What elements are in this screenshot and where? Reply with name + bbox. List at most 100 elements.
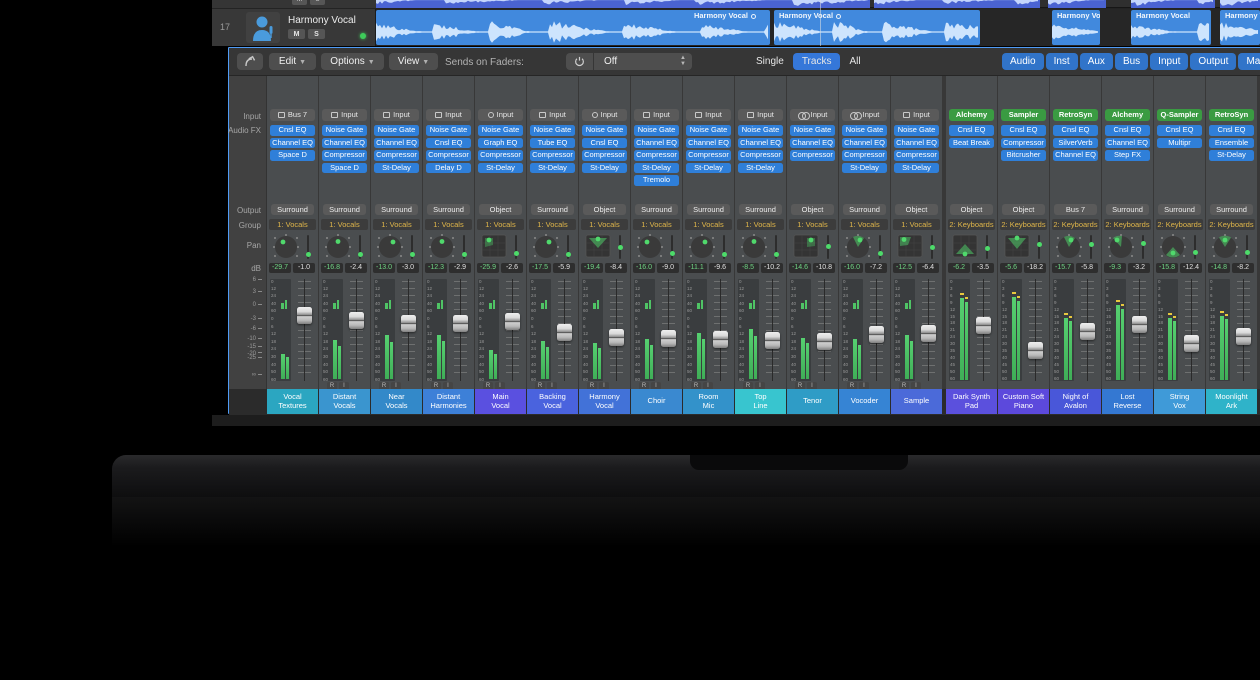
fx-plugin-compressor[interactable]: Compressor: [530, 150, 575, 161]
pan-elevation-slider[interactable]: [1142, 235, 1144, 259]
input-slot[interactable]: Input: [894, 109, 939, 121]
group-slot[interactable]: 1: Vocals: [529, 219, 576, 230]
pan-elevation-slider[interactable]: [879, 235, 881, 259]
audio-region[interactable]: Harmony Vocal: [1052, 10, 1100, 45]
fx-plugin-st-delay[interactable]: St-Delay: [894, 163, 939, 174]
volume-value[interactable]: -8.2: [1232, 263, 1254, 273]
volume-value[interactable]: -3.5: [972, 263, 994, 273]
group-slot[interactable]: 1: Vocals: [373, 219, 420, 230]
surround-pan-knob[interactable]: [1154, 233, 1205, 261]
volume-fader[interactable]: [400, 279, 418, 381]
volume-value[interactable]: -10.2: [761, 263, 783, 273]
surround-pan-knob[interactable]: [527, 233, 578, 261]
fader-cap[interactable]: [661, 330, 676, 347]
fx-plugin-compressor[interactable]: Compressor: [790, 150, 835, 161]
segment-all[interactable]: All: [840, 53, 869, 70]
pan-elevation-slider[interactable]: [619, 235, 621, 259]
fx-plugin-cnsl-eq[interactable]: Cnsl EQ: [1209, 125, 1254, 136]
pan-elevation-slider[interactable]: [1090, 235, 1092, 259]
track-tab-1[interactable]: Vocal Textures: [267, 389, 318, 414]
fx-plugin-noise-gate[interactable]: Noise Gate: [686, 125, 731, 136]
track-tab-14[interactable]: Dark Synth Pad: [946, 389, 997, 414]
pan-elevation-slider[interactable]: [411, 235, 413, 259]
input-slot[interactable]: Input: [374, 109, 419, 121]
surround-pan-knob[interactable]: [1050, 233, 1101, 261]
upper-audio-region[interactable]: [1131, 0, 1215, 8]
fx-plugin-compressor[interactable]: Compressor: [582, 150, 627, 161]
fx-plugin-tremolo[interactable]: Tremolo: [634, 175, 679, 186]
output-slot[interactable]: Surround: [687, 204, 730, 215]
surround-pan-knob[interactable]: [683, 233, 734, 261]
fx-plugin-channel-eq[interactable]: Channel EQ: [322, 138, 367, 149]
instrument-slot[interactable]: RetroSyn: [1209, 109, 1254, 121]
input-slot[interactable]: Input: [426, 109, 471, 121]
fx-plugin-compressor[interactable]: Compressor: [686, 150, 731, 161]
volume-fader[interactable]: [348, 279, 366, 381]
up-arrow-button[interactable]: [237, 53, 263, 70]
volume-value[interactable]: -18.2: [1024, 263, 1046, 273]
volume-value[interactable]: -2.6: [501, 263, 523, 273]
surround-pan-knob[interactable]: [631, 233, 682, 261]
fader-cap[interactable]: [1184, 335, 1199, 352]
volume-fader[interactable]: [1079, 279, 1097, 381]
fx-plugin-cnsl-eq[interactable]: Cnsl EQ: [582, 138, 627, 149]
input-slot[interactable]: Input: [686, 109, 731, 121]
fader-cap[interactable]: [1028, 342, 1043, 359]
track-tab-6[interactable]: Backing Vocal: [527, 389, 578, 414]
fx-plugin-tube-eq[interactable]: Tube EQ: [530, 138, 575, 149]
output-slot[interactable]: Surround: [375, 204, 418, 215]
instrument-slot[interactable]: RetroSyn: [1053, 109, 1098, 121]
fx-plugin-compressor[interactable]: Compressor: [634, 150, 679, 161]
fader-cap[interactable]: [765, 332, 780, 349]
track-tab-4[interactable]: Distant Harmonies: [423, 389, 474, 414]
volume-fader[interactable]: [764, 279, 782, 381]
group-slot[interactable]: 2: Keyboards: [948, 219, 995, 230]
volume-value[interactable]: -9.6: [709, 263, 731, 273]
pan-elevation-slider[interactable]: [567, 235, 569, 259]
fader-cap[interactable]: [976, 317, 991, 334]
output-slot[interactable]: Surround: [323, 204, 366, 215]
fx-plugin-channel-eq[interactable]: Channel EQ: [634, 138, 679, 149]
fx-plugin-compressor[interactable]: Compressor: [842, 150, 887, 161]
volume-value[interactable]: -2.4: [345, 263, 367, 273]
fx-plugin-noise-gate[interactable]: Noise Gate: [634, 125, 679, 136]
fx-plugin-compressor[interactable]: Compressor: [374, 150, 419, 161]
surround-pan-knob[interactable]: [423, 233, 474, 261]
fx-plugin-cnsl-eq[interactable]: Cnsl EQ: [949, 125, 994, 136]
fx-plugin-delay-d[interactable]: Delay D: [426, 163, 471, 174]
surround-pan-knob[interactable]: [839, 233, 890, 261]
group-slot[interactable]: 1: Vocals: [633, 219, 680, 230]
options-menu[interactable]: Options▼: [321, 53, 384, 70]
input-slot[interactable]: Input: [582, 109, 627, 121]
fx-plugin-ensemble[interactable]: Ensemble: [1209, 138, 1254, 149]
fader-cap[interactable]: [505, 313, 520, 330]
fx-plugin-cnsl-eq[interactable]: Cnsl EQ: [1105, 125, 1150, 136]
volume-fader[interactable]: [296, 279, 314, 381]
volume-fader[interactable]: [452, 279, 470, 381]
surround-pan-knob[interactable]: [267, 233, 318, 261]
volume-fader[interactable]: [608, 279, 626, 381]
output-slot[interactable]: Bus 7: [1054, 204, 1097, 215]
pan-elevation-slider[interactable]: [1246, 235, 1248, 259]
group-slot[interactable]: 2: Keyboards: [1104, 219, 1151, 230]
fx-plugin-beat-break[interactable]: Beat Break: [949, 138, 994, 149]
fx-plugin-channel-eq[interactable]: Channel EQ: [686, 138, 731, 149]
fx-plugin-noise-gate[interactable]: Noise Gate: [790, 125, 835, 136]
input-slot[interactable]: Input: [738, 109, 783, 121]
surround-pan-knob[interactable]: [1102, 233, 1153, 261]
object-pan-pad[interactable]: [475, 233, 526, 261]
volume-fader[interactable]: [920, 279, 938, 381]
fx-plugin-noise-gate[interactable]: Noise Gate: [478, 125, 523, 136]
track-tab-2[interactable]: Distant Vocals: [319, 389, 370, 414]
track-tab-15[interactable]: Custom Soft Piano: [998, 389, 1049, 414]
fx-plugin-channel-eq[interactable]: Channel EQ: [1105, 138, 1150, 149]
fx-plugin-noise-gate[interactable]: Noise Gate: [374, 125, 419, 136]
upper-audio-region[interactable]: [376, 0, 870, 8]
output-slot[interactable]: Surround: [271, 204, 314, 215]
filter-inst[interactable]: Inst: [1046, 53, 1078, 70]
volume-value[interactable]: -6.4: [917, 263, 939, 273]
pan-elevation-slider[interactable]: [359, 235, 361, 259]
output-slot[interactable]: Surround: [1210, 204, 1253, 215]
filter-input[interactable]: Input: [1150, 53, 1188, 70]
fader-cap[interactable]: [453, 315, 468, 332]
